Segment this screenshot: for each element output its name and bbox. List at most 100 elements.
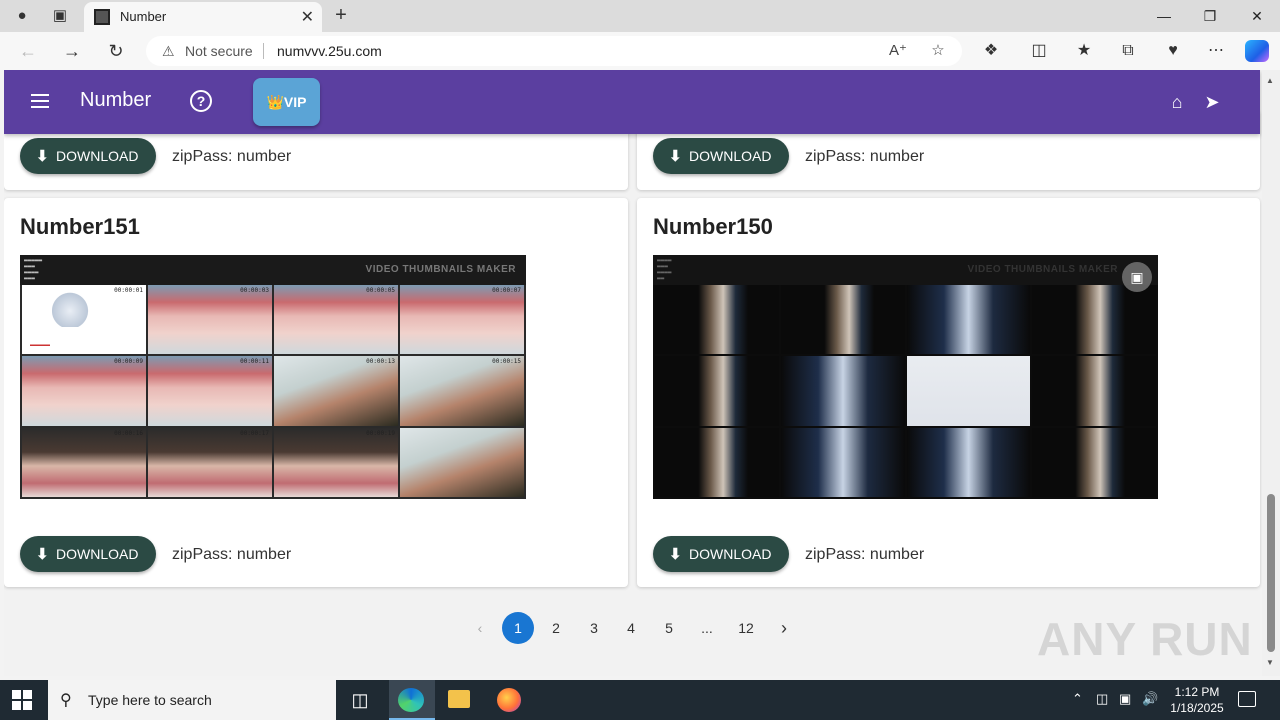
- favorites-icon[interactable]: ★: [1072, 39, 1096, 63]
- notification-icon[interactable]: [1238, 691, 1256, 707]
- tab-number[interactable]: Number ✕: [84, 2, 322, 32]
- logo-caption: ▬▬▬▬: [30, 342, 50, 349]
- telegram-icon[interactable]: ➤: [1201, 91, 1223, 113]
- app-title: Number: [80, 89, 152, 111]
- card-title: Number151: [20, 214, 140, 239]
- frame-timestamp: 00:00:11: [240, 358, 269, 366]
- refresh-icon[interactable]: ↻: [104, 39, 128, 63]
- home-icon[interactable]: ⌂: [1166, 91, 1188, 113]
- volume-icon[interactable]: 🔊: [1142, 691, 1158, 707]
- download-button[interactable]: ⬇ DOWNLOAD: [653, 536, 789, 572]
- forward-icon[interactable]: →: [60, 39, 84, 63]
- thumbnail-frame: 00:00:07: [400, 285, 524, 355]
- minimize-icon[interactable]: —: [1141, 4, 1187, 28]
- next-page-icon[interactable]: ›: [768, 612, 800, 644]
- visual-search-icon[interactable]: ▣: [1122, 262, 1152, 292]
- copilot-icon[interactable]: [1245, 40, 1269, 62]
- frame-timestamp: 00:00:09: [114, 358, 143, 366]
- download-button[interactable]: ⬇ DOWNLOAD: [20, 138, 156, 174]
- restore-icon[interactable]: ❐: [1187, 4, 1233, 28]
- thumbnail-frame: [655, 285, 779, 355]
- collections-icon[interactable]: ⧉: [1116, 39, 1140, 63]
- download-icon: ⬇: [36, 546, 49, 563]
- url-text[interactable]: numvvv.25u.com: [277, 43, 382, 59]
- thumbnail-header-text: VIDEO THUMBNAILS MAKER: [365, 264, 516, 275]
- page-3[interactable]: 3: [578, 612, 610, 644]
- scroll-down-icon[interactable]: ▼: [1266, 658, 1274, 667]
- page-5[interactable]: 5: [653, 612, 685, 644]
- thumbnail-frame: [655, 356, 779, 426]
- thumbnail-frame: [780, 356, 905, 426]
- menu-icon[interactable]: [28, 90, 52, 114]
- thumbnail-frame: 00:00:15: [400, 356, 524, 426]
- tray-overflow-icon[interactable]: ⌃: [1072, 691, 1083, 707]
- clock-time: 1:12 PM: [1174, 685, 1220, 699]
- prev-page-icon[interactable]: ‹: [464, 612, 496, 644]
- tab-title: Number: [120, 9, 167, 24]
- thumbnail-frame: 00:00:01 ▬▬▬▬: [22, 285, 146, 355]
- tab-bar: ● ▣ Number ✕ + — ❐ ✕: [0, 0, 1280, 32]
- scrollbar-thumb[interactable]: [1267, 494, 1275, 652]
- thumbnail-frame: 00:00:03: [148, 285, 272, 355]
- video-thumbnail[interactable]: ▬▬▬▬ ▬▬▬ ▬▬▬▬ ▬▬ VIDEO THUMBNAILS MAKER ▣: [653, 255, 1158, 499]
- file-explorer-icon[interactable]: [448, 690, 470, 708]
- thumbnail-header: ▬▬▬▬▬ ▬▬▬ ▬▬▬▬ ▬▬▬ VIDEO THUMBNAILS MAKER: [20, 255, 526, 285]
- page-2[interactable]: 2: [540, 612, 572, 644]
- page-1[interactable]: 1: [502, 612, 534, 644]
- warning-icon[interactable]: ⚠: [162, 43, 175, 60]
- close-tab-icon[interactable]: ✕: [301, 7, 314, 27]
- page-scrollbar[interactable]: ▲ ▼: [1262, 70, 1280, 676]
- download-icon: ⬇: [36, 148, 49, 165]
- search-placeholder: Type here to search: [88, 692, 212, 708]
- browser-essentials-icon[interactable]: ♥: [1161, 39, 1185, 63]
- tray-device-icon[interactable]: ◫: [1096, 691, 1108, 707]
- read-aloud-icon[interactable]: A⁺: [887, 40, 909, 62]
- scroll-up-icon[interactable]: ▲: [1266, 76, 1274, 85]
- thumbnail-frame: 00:00:09: [22, 356, 146, 426]
- more-options-icon[interactable]: ⋯: [1204, 39, 1228, 63]
- thumbnail-frame: 00:00:11: [148, 356, 272, 426]
- zip-pass-text: zipPass: number: [172, 148, 292, 165]
- favorite-star-icon[interactable]: ☆: [927, 40, 949, 62]
- help-icon[interactable]: ?: [190, 90, 212, 112]
- video-thumbnail[interactable]: ▬▬▬▬▬ ▬▬▬ ▬▬▬▬ ▬▬▬ VIDEO THUMBNAILS MAKER 0…: [20, 255, 526, 499]
- download-button[interactable]: ⬇ DOWNLOAD: [20, 536, 156, 572]
- thumbnail-frame: [906, 285, 1031, 355]
- not-secure-label[interactable]: Not secure: [185, 43, 253, 59]
- download-button[interactable]: ⬇ DOWNLOAD: [653, 138, 789, 174]
- profile-icon[interactable]: ●: [10, 4, 34, 28]
- thumbnail-frame: [780, 427, 905, 497]
- site-favicon-icon: [94, 9, 110, 25]
- thumbnail-meta: ▬▬▬▬▬ ▬▬▬ ▬▬▬▬ ▬▬▬: [24, 257, 43, 282]
- download-label: DOWNLOAD: [689, 148, 772, 164]
- download-label: DOWNLOAD: [56, 148, 139, 164]
- download-icon: ⬇: [669, 148, 682, 165]
- split-screen-icon[interactable]: ◫: [1027, 39, 1051, 63]
- new-tab-icon[interactable]: +: [331, 4, 351, 26]
- thumbnail-meta: ▬▬▬▬ ▬▬▬ ▬▬▬▬ ▬▬: [657, 257, 672, 282]
- task-view-icon[interactable]: ◫: [346, 686, 374, 714]
- taskbar-search-input[interactable]: ⚲ Type here to search: [48, 680, 336, 720]
- thumbnail-header: ▬▬▬▬ ▬▬▬ ▬▬▬▬ ▬▬ VIDEO THUMBNAILS MAKER: [653, 255, 1158, 285]
- frame-timestamp: 00:00:03: [240, 287, 269, 294]
- close-window-icon[interactable]: ✕: [1234, 4, 1280, 28]
- page-4[interactable]: 4: [615, 612, 647, 644]
- back-icon[interactable]: ←: [16, 39, 40, 63]
- page-12[interactable]: 12: [730, 612, 762, 644]
- thumbnail-frame: [780, 285, 905, 355]
- tab-actions-icon[interactable]: ▣: [48, 4, 72, 28]
- edge-icon[interactable]: [398, 688, 424, 712]
- url-input[interactable]: ⚠ Not secure numvvv.25u.com A⁺ ☆: [146, 36, 962, 66]
- thumbnail-frame: [1032, 427, 1156, 497]
- windows-start-icon[interactable]: [12, 690, 32, 710]
- download-label: DOWNLOAD: [56, 546, 139, 562]
- frame-timestamp: 00:00:01: [114, 287, 143, 294]
- vip-button[interactable]: 👑VIP: [253, 78, 320, 126]
- anyrun-watermark: ANY RUN: [1037, 613, 1253, 665]
- extensions-icon[interactable]: ❖: [979, 39, 1003, 63]
- omnibox-divider: [263, 43, 264, 59]
- system-clock[interactable]: 1:12 PM 1/18/2025: [1166, 684, 1228, 716]
- thumbnail-frame: 00:00:19: [274, 427, 398, 497]
- firefox-icon[interactable]: [497, 688, 521, 712]
- network-icon[interactable]: ▣: [1119, 691, 1131, 707]
